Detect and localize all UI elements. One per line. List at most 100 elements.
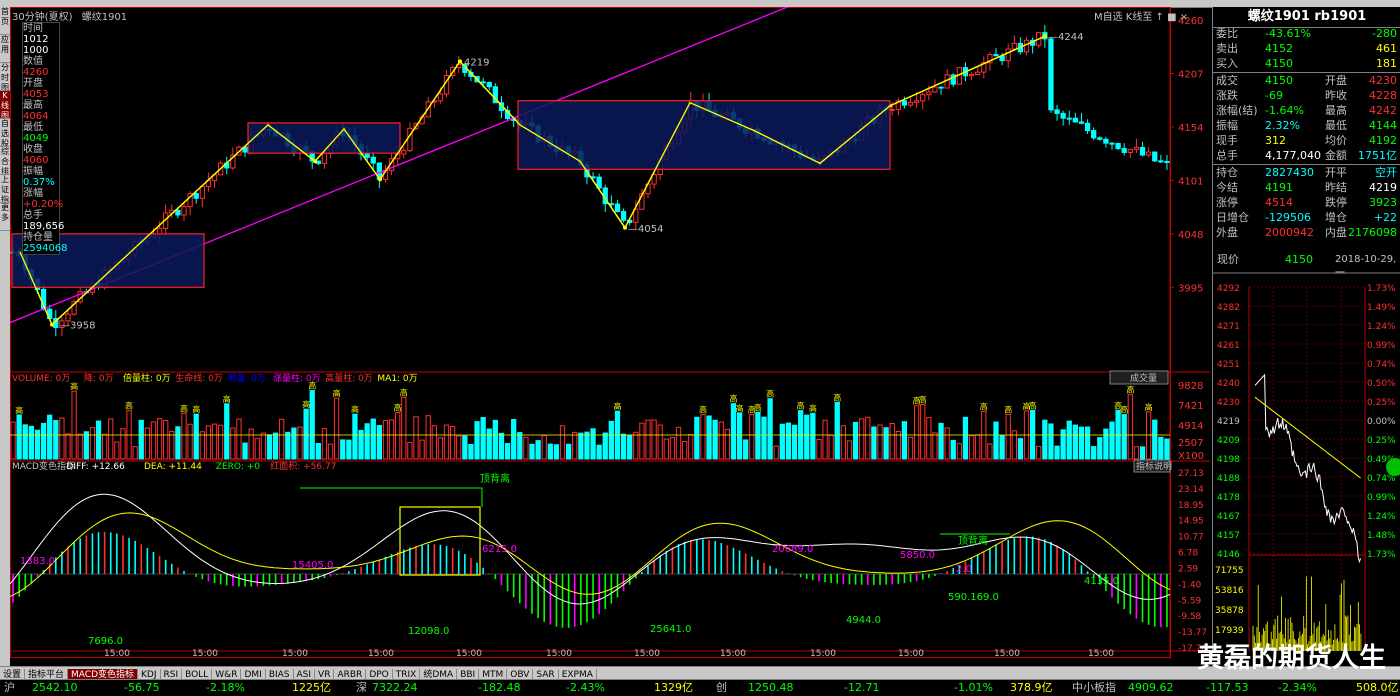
candle-body	[1127, 148, 1133, 153]
volume-bar	[382, 419, 389, 460]
volume-bar	[108, 418, 114, 460]
minute-pct-tick: 0.00%	[1367, 417, 1396, 427]
quote-title: 螺纹1901 rb1901	[1213, 7, 1400, 28]
volume-bar	[706, 415, 712, 460]
volume-bar	[553, 444, 560, 460]
quote-label-2: 均价	[1325, 134, 1347, 147]
kline-chart[interactable]: —3958 4219 —4054 —4244 VOLUME: 0万 降: 0万 倍量柱: …	[10, 7, 1212, 659]
quote-label: 振幅	[1216, 119, 1238, 132]
volume-bar	[1121, 414, 1127, 460]
quote-label: 外盘	[1216, 226, 1238, 239]
quote-value: 4150	[1265, 74, 1293, 87]
quote-row: 买入 4150 181	[1213, 57, 1400, 71]
quote-value: 4152	[1265, 42, 1293, 55]
left-tab-0[interactable]: 首页	[0, 7, 10, 35]
time-label: 15:00	[898, 649, 924, 659]
chart-top-tools[interactable]: M自选 K线至 ↑ ■ ×	[1094, 8, 1188, 23]
volume-bar	[28, 425, 35, 460]
volume-bar	[1072, 424, 1079, 460]
quote-label-2: 昨收	[1325, 89, 1347, 102]
left-tab-4[interactable]: 自选股	[0, 119, 10, 147]
left-tab-3[interactable]: K线图	[0, 91, 10, 119]
quote-value: -1.64%	[1265, 104, 1304, 117]
candle-body	[620, 211, 627, 221]
volume-bar	[743, 439, 749, 460]
minute-pct-tick: 1.48%	[1367, 531, 1396, 541]
minute-vol-tick: 17939	[1215, 626, 1244, 636]
candle-body	[968, 74, 975, 77]
volume-bar	[541, 435, 547, 460]
candle-body	[370, 156, 376, 164]
candle-body	[926, 91, 932, 96]
volume-bar	[364, 423, 370, 460]
quote-value-2: 181	[1376, 57, 1397, 70]
candle-body	[1023, 39, 1030, 53]
volume-high-marker: 高	[351, 404, 359, 414]
candle-body	[1158, 160, 1164, 163]
volume-bar	[913, 405, 920, 460]
volume-bar	[83, 431, 89, 460]
quote-row: 卖出 4152 461	[1213, 42, 1400, 56]
volume-bar	[53, 420, 59, 460]
status-item: 7322.24	[372, 681, 418, 694]
volume-bar	[657, 424, 663, 460]
volume-tick-label: 4914	[1178, 421, 1203, 432]
macd-tick-label: 23.14	[1178, 485, 1204, 495]
candle-body	[1115, 142, 1121, 150]
macd-tick-label: 2.59	[1178, 564, 1198, 574]
left-tab-6[interactable]: 上证指数	[0, 175, 10, 203]
volume-high-marker: 高	[980, 401, 988, 411]
now-price-row: 现价 4150 2018-10-29,一	[1213, 253, 1400, 279]
volume-bar	[333, 397, 340, 460]
volume-bar	[169, 430, 175, 460]
volume-bar	[694, 416, 700, 460]
minute-price-tick: 4146	[1217, 550, 1240, 560]
minute-price-tick: 4198	[1217, 455, 1240, 465]
candle-body	[907, 101, 914, 106]
left-tab-2[interactable]: 分时图	[0, 63, 10, 91]
left-tab-5[interactable]: 综合排名	[0, 147, 10, 175]
price-tick-label: 3995	[1178, 283, 1203, 294]
volume-bar	[578, 432, 584, 460]
quote-label-2: 开盘	[1325, 74, 1347, 87]
volume-bar	[944, 427, 950, 460]
volume-bar	[272, 432, 279, 460]
volume-bar	[999, 434, 1005, 460]
volume-bar	[242, 442, 248, 460]
volume-high-marker: 高	[613, 401, 621, 411]
volume-bar	[431, 425, 437, 460]
volume-bar	[810, 412, 816, 460]
volume-bar	[675, 426, 682, 460]
minute-price-tick: 4251	[1217, 360, 1240, 370]
volume-bar	[962, 416, 969, 460]
volume-bar	[205, 425, 212, 460]
volume-bar	[1005, 414, 1011, 460]
volume-bar	[755, 411, 761, 460]
volume-high-marker: 高	[754, 402, 762, 412]
minute-vol-tick: 35878	[1215, 606, 1244, 616]
minute-chart[interactable]: 4292 1.73% 4282 1.49% 4271 1.24% 4261 0.99% 4251…	[1213, 271, 1400, 659]
volume-bar	[932, 432, 938, 460]
volume-bar	[1133, 446, 1140, 460]
candle-body	[364, 153, 370, 158]
status-item: 4909.62	[1128, 681, 1174, 694]
macd-annotation: 顶背离	[480, 472, 510, 485]
volume-bar	[883, 427, 889, 460]
volume-bar	[1139, 446, 1146, 460]
volume-bar	[388, 419, 395, 460]
volume-high-marker: 高	[192, 404, 200, 414]
volume-bar	[150, 421, 157, 460]
volume-bar	[791, 424, 798, 460]
time-label: 15:00	[104, 649, 130, 659]
left-tab-7[interactable]: 更多	[0, 203, 10, 231]
quote-label: 总手	[1216, 149, 1238, 162]
volume-bar	[956, 443, 963, 460]
price-tick-label: 4048	[1178, 230, 1203, 241]
status-item: 378.9亿	[1010, 681, 1053, 694]
volume-bar	[688, 434, 694, 460]
quote-label: 涨停	[1216, 196, 1238, 209]
volume-bar	[175, 426, 181, 460]
candle-body	[175, 209, 181, 216]
volume-bar	[370, 418, 376, 460]
left-tab-1[interactable]: 应用	[0, 35, 10, 63]
